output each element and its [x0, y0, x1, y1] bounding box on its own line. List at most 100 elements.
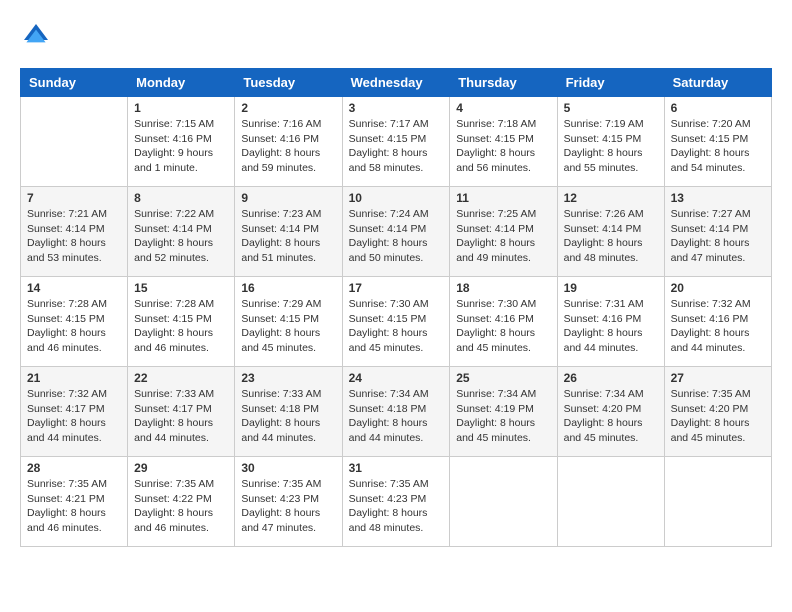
- cell-content: Sunrise: 7:30 AM Sunset: 4:15 PM Dayligh…: [349, 297, 444, 356]
- calendar-cell: 6 Sunrise: 7:20 AM Sunset: 4:15 PM Daylig…: [664, 97, 771, 187]
- calendar-cell: 30 Sunrise: 7:35 AM Sunset: 4:23 PM Dayli…: [235, 457, 342, 547]
- day-number: 14: [27, 281, 121, 295]
- calendar-cell: 3Sunrise: 7:17 AM Sunset: 4:15 PM Daylig…: [342, 97, 450, 187]
- day-number: 19: [564, 281, 658, 295]
- day-number: 24: [349, 371, 444, 385]
- cell-content: Sunrise: 7:25 AM Sunset: 4:14 PM Dayligh…: [456, 207, 550, 266]
- calendar-cell: 13Sunrise: 7:27 AM Sunset: 4:14 PM Dayli…: [664, 187, 771, 277]
- cell-content: Sunrise: 7:24 AM Sunset: 4:14 PM Dayligh…: [349, 207, 444, 266]
- cell-content: Sunrise: 7:20 AM Sunset: 4:15 PM Dayligh…: [671, 117, 765, 176]
- day-number: 5: [564, 101, 658, 115]
- day-number: 11: [456, 191, 550, 205]
- cell-content: Sunrise: 7:30 AM Sunset: 4:16 PM Dayligh…: [456, 297, 550, 356]
- cell-content: Sunrise: 7:35 AM Sunset: 4:23 PM Dayligh…: [241, 477, 335, 536]
- day-number: 1: [134, 101, 228, 115]
- day-number: 13: [671, 191, 765, 205]
- day-number: 4: [456, 101, 550, 115]
- day-number: 25: [456, 371, 550, 385]
- day-number: 18: [456, 281, 550, 295]
- day-number: 28: [27, 461, 121, 475]
- cell-content: Sunrise: 7:33 AM Sunset: 4:18 PM Dayligh…: [241, 387, 335, 446]
- day-number: 27: [671, 371, 765, 385]
- weekday-header-wednesday: Wednesday: [342, 69, 450, 97]
- week-row-3: 14 Sunrise: 7:28 AM Sunset: 4:15 PM Dayli…: [21, 277, 772, 367]
- calendar-cell: 18 Sunrise: 7:30 AM Sunset: 4:16 PM Dayli…: [450, 277, 557, 367]
- calendar-cell: 15 Sunrise: 7:28 AM Sunset: 4:15 PM Dayli…: [128, 277, 235, 367]
- calendar-cell: 26 Sunrise: 7:34 AM Sunset: 4:20 PM Dayli…: [557, 367, 664, 457]
- day-number: 2: [241, 101, 335, 115]
- calendar: SundayMondayTuesdayWednesdayThursdayFrid…: [20, 68, 772, 547]
- calendar-cell: 27 Sunrise: 7:35 AM Sunset: 4:20 PM Dayli…: [664, 367, 771, 457]
- calendar-cell: 12 Sunrise: 7:26 AM Sunset: 4:14 PM Dayli…: [557, 187, 664, 277]
- calendar-cell: 19Sunrise: 7:31 AM Sunset: 4:16 PM Dayli…: [557, 277, 664, 367]
- calendar-cell: 4 Sunrise: 7:18 AM Sunset: 4:15 PM Daylig…: [450, 97, 557, 187]
- weekday-header-row: SundayMondayTuesdayWednesdayThursdayFrid…: [21, 69, 772, 97]
- calendar-cell: [557, 457, 664, 547]
- calendar-cell: 21Sunrise: 7:32 AM Sunset: 4:17 PM Dayli…: [21, 367, 128, 457]
- cell-content: Sunrise: 7:26 AM Sunset: 4:14 PM Dayligh…: [564, 207, 658, 266]
- day-number: 23: [241, 371, 335, 385]
- cell-content: Sunrise: 7:35 AM Sunset: 4:22 PM Dayligh…: [134, 477, 228, 536]
- cell-content: Sunrise: 7:21 AM Sunset: 4:14 PM Dayligh…: [27, 207, 121, 266]
- day-number: 12: [564, 191, 658, 205]
- day-number: 20: [671, 281, 765, 295]
- cell-content: Sunrise: 7:34 AM Sunset: 4:18 PM Dayligh…: [349, 387, 444, 446]
- cell-content: Sunrise: 7:35 AM Sunset: 4:20 PM Dayligh…: [671, 387, 765, 446]
- cell-content: Sunrise: 7:16 AM Sunset: 4:16 PM Dayligh…: [241, 117, 335, 176]
- day-number: 8: [134, 191, 228, 205]
- calendar-cell: 17 Sunrise: 7:30 AM Sunset: 4:15 PM Dayli…: [342, 277, 450, 367]
- cell-content: Sunrise: 7:34 AM Sunset: 4:20 PM Dayligh…: [564, 387, 658, 446]
- day-number: 16: [241, 281, 335, 295]
- cell-content: Sunrise: 7:19 AM Sunset: 4:15 PM Dayligh…: [564, 117, 658, 176]
- cell-content: Sunrise: 7:32 AM Sunset: 4:17 PM Dayligh…: [27, 387, 121, 446]
- cell-content: Sunrise: 7:28 AM Sunset: 4:15 PM Dayligh…: [27, 297, 121, 356]
- calendar-cell: [664, 457, 771, 547]
- cell-content: Sunrise: 7:29 AM Sunset: 4:15 PM Dayligh…: [241, 297, 335, 356]
- cell-content: Sunrise: 7:18 AM Sunset: 4:15 PM Dayligh…: [456, 117, 550, 176]
- calendar-cell: 14 Sunrise: 7:28 AM Sunset: 4:15 PM Dayli…: [21, 277, 128, 367]
- day-number: 30: [241, 461, 335, 475]
- day-number: 9: [241, 191, 335, 205]
- cell-content: Sunrise: 7:22 AM Sunset: 4:14 PM Dayligh…: [134, 207, 228, 266]
- day-number: 3: [349, 101, 444, 115]
- day-number: 7: [27, 191, 121, 205]
- weekday-header-tuesday: Tuesday: [235, 69, 342, 97]
- weekday-header-friday: Friday: [557, 69, 664, 97]
- calendar-cell: 29 Sunrise: 7:35 AM Sunset: 4:22 PM Dayli…: [128, 457, 235, 547]
- cell-content: Sunrise: 7:33 AM Sunset: 4:17 PM Dayligh…: [134, 387, 228, 446]
- cell-content: Sunrise: 7:28 AM Sunset: 4:15 PM Dayligh…: [134, 297, 228, 356]
- calendar-cell: 11 Sunrise: 7:25 AM Sunset: 4:14 PM Dayli…: [450, 187, 557, 277]
- day-number: 29: [134, 461, 228, 475]
- day-number: 31: [349, 461, 444, 475]
- calendar-cell: 9 Sunrise: 7:23 AM Sunset: 4:14 PM Daylig…: [235, 187, 342, 277]
- day-number: 22: [134, 371, 228, 385]
- calendar-cell: [450, 457, 557, 547]
- day-number: 15: [134, 281, 228, 295]
- calendar-cell: 31Sunrise: 7:35 AM Sunset: 4:23 PM Dayli…: [342, 457, 450, 547]
- calendar-cell: 20 Sunrise: 7:32 AM Sunset: 4:16 PM Dayli…: [664, 277, 771, 367]
- page-header: [20, 20, 772, 52]
- calendar-cell: 16 Sunrise: 7:29 AM Sunset: 4:15 PM Dayli…: [235, 277, 342, 367]
- calendar-cell: 10Sunrise: 7:24 AM Sunset: 4:14 PM Dayli…: [342, 187, 450, 277]
- cell-content: Sunrise: 7:32 AM Sunset: 4:16 PM Dayligh…: [671, 297, 765, 356]
- cell-content: Sunrise: 7:23 AM Sunset: 4:14 PM Dayligh…: [241, 207, 335, 266]
- week-row-2: 7 Sunrise: 7:21 AM Sunset: 4:14 PM Daylig…: [21, 187, 772, 277]
- day-number: 17: [349, 281, 444, 295]
- calendar-cell: 25 Sunrise: 7:34 AM Sunset: 4:19 PM Dayli…: [450, 367, 557, 457]
- day-number: 6: [671, 101, 765, 115]
- calendar-cell: 7 Sunrise: 7:21 AM Sunset: 4:14 PM Daylig…: [21, 187, 128, 277]
- cell-content: Sunrise: 7:34 AM Sunset: 4:19 PM Dayligh…: [456, 387, 550, 446]
- weekday-header-saturday: Saturday: [664, 69, 771, 97]
- weekday-header-thursday: Thursday: [450, 69, 557, 97]
- calendar-cell: 22 Sunrise: 7:33 AM Sunset: 4:17 PM Dayli…: [128, 367, 235, 457]
- logo: [20, 20, 56, 52]
- week-row-5: 28Sunrise: 7:35 AM Sunset: 4:21 PM Dayli…: [21, 457, 772, 547]
- weekday-header-sunday: Sunday: [21, 69, 128, 97]
- weekday-header-monday: Monday: [128, 69, 235, 97]
- logo-icon: [20, 20, 52, 52]
- week-row-4: 21Sunrise: 7:32 AM Sunset: 4:17 PM Dayli…: [21, 367, 772, 457]
- calendar-cell: 1 Sunrise: 7:15 AM Sunset: 4:16 PM Daylig…: [128, 97, 235, 187]
- cell-content: Sunrise: 7:15 AM Sunset: 4:16 PM Dayligh…: [134, 117, 228, 176]
- calendar-cell: 23 Sunrise: 7:33 AM Sunset: 4:18 PM Dayli…: [235, 367, 342, 457]
- day-number: 26: [564, 371, 658, 385]
